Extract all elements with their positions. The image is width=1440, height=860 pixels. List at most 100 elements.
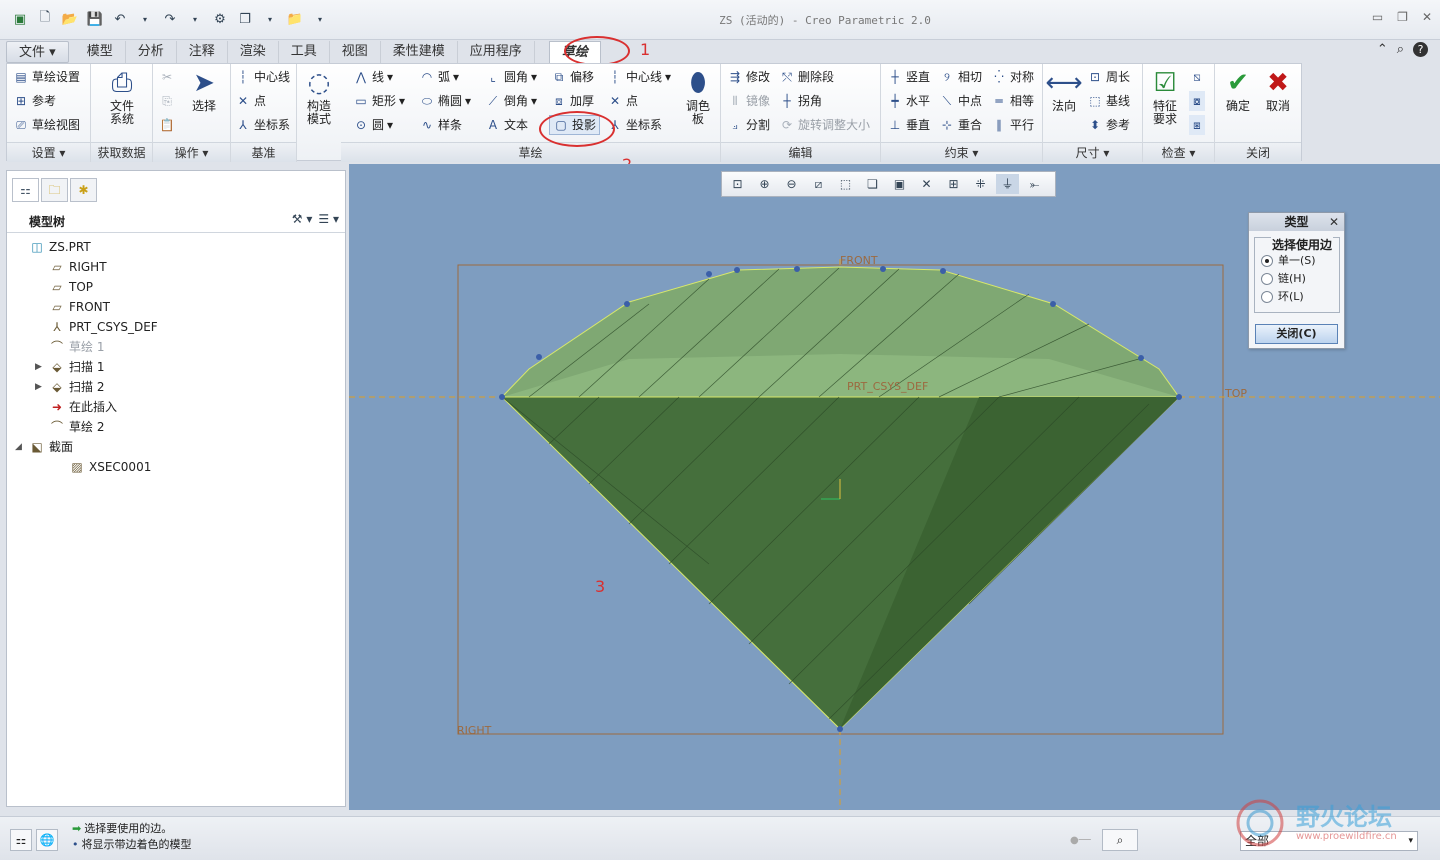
- group-operations-label[interactable]: 操作 ▾: [153, 142, 230, 162]
- refit-icon[interactable]: ⊡: [726, 174, 749, 194]
- overlapping-geometry-icon[interactable]: ⧅: [1189, 67, 1205, 87]
- annotation-display-icon[interactable]: ⊞: [942, 174, 965, 194]
- ellipse-button[interactable]: ⬭ 椭圆 ▾: [419, 91, 471, 111]
- ok-button[interactable]: ✔ 确定: [1219, 66, 1257, 113]
- tree-node[interactable]: ⅄ PRT_CSYS_DEF: [35, 317, 157, 337]
- tree-node[interactable]: ▱ RIGHT: [35, 257, 106, 277]
- group-dimension-label[interactable]: 尺寸 ▾: [1043, 142, 1142, 162]
- datum-csys-button[interactable]: ⅄ 坐标系: [235, 115, 290, 135]
- radio-single[interactable]: 单一(S): [1261, 252, 1316, 270]
- help-icon[interactable]: ?: [1413, 42, 1428, 57]
- favorites-tab-icon[interactable]: ✱: [70, 178, 97, 202]
- horizontal-constraint-button[interactable]: ┿ 水平: [887, 91, 930, 111]
- search-icon[interactable]: ⌕: [1397, 42, 1404, 57]
- sketch-view-toggle-icon[interactable]: ⏚: [996, 174, 1019, 194]
- rotate-resize-button[interactable]: ⟳ 旋转调整大小: [779, 115, 870, 135]
- dialog-close-button[interactable]: 关闭(C): [1255, 324, 1338, 344]
- find-icon[interactable]: ⌕: [1102, 829, 1138, 851]
- tab-view[interactable]: 视图: [330, 41, 381, 63]
- normal-dimension-button[interactable]: ⟷ 法向: [1045, 66, 1083, 113]
- symmetric-constraint-button[interactable]: ⁛ 对称: [991, 67, 1034, 87]
- equal-constraint-button[interactable]: ═ 相等: [991, 91, 1034, 111]
- palette-button[interactable]: ⬮ 调色 板: [679, 66, 717, 126]
- group-constrain-label[interactable]: 约束 ▾: [881, 142, 1042, 162]
- feature-requirements-button[interactable]: ☑ 特征 要求: [1145, 66, 1185, 126]
- folder-browser-tab-icon[interactable]: 🗀: [41, 178, 68, 202]
- corner-button[interactable]: ┼ 拐角: [779, 91, 822, 111]
- references-button[interactable]: ⊞ 参考: [13, 91, 56, 111]
- tree-node[interactable]: ➜ 在此插入: [35, 397, 117, 417]
- tangent-constraint-button[interactable]: ୨ 相切: [939, 67, 982, 87]
- show-navigator-icon[interactable]: ⚏: [10, 829, 32, 851]
- datum-display-icon[interactable]: ✕: [915, 174, 938, 194]
- divide-button[interactable]: ⟓ 分割: [727, 115, 770, 135]
- spline-button[interactable]: ∿ 样条: [419, 115, 462, 135]
- paste-icon[interactable]: 📋: [159, 115, 175, 135]
- highlight-open-ends-icon[interactable]: ⧇: [1189, 91, 1205, 111]
- construction-mode-button[interactable]: ◌ 构造 模式: [299, 66, 339, 126]
- tab-render[interactable]: 渲染: [228, 41, 279, 63]
- modify-button[interactable]: ⇶ 修改: [727, 67, 770, 87]
- reference-dimension-button[interactable]: ⬍ 参考: [1087, 115, 1130, 135]
- tab-flexible-modeling[interactable]: 柔性建模: [381, 41, 458, 63]
- file-system-button[interactable]: ⎙ 文件 系统: [97, 66, 147, 126]
- sketch-centerline-button[interactable]: ┆ 中心线 ▾: [607, 67, 671, 87]
- expand-arrow-icon[interactable]: ▶: [35, 377, 45, 397]
- collapse-ribbon-icon[interactable]: ⌃: [1377, 42, 1388, 57]
- zoom-in-icon[interactable]: ⊕: [753, 174, 776, 194]
- chamfer-button[interactable]: ⟋ 倒角 ▾: [485, 91, 537, 111]
- sketch-setup-button[interactable]: ▤ 草绘设置: [13, 67, 80, 87]
- tree-node[interactable]: ◫ ZS.PRT: [15, 237, 90, 257]
- dialog-close-icon[interactable]: ✕: [1329, 213, 1339, 231]
- sketch-view-button[interactable]: ⎚ 草绘视图: [13, 115, 80, 135]
- group-setup-label[interactable]: 设置 ▾: [7, 142, 90, 162]
- tree-node[interactable]: ⌒ 草绘 2: [35, 417, 104, 437]
- perpendicular-constraint-button[interactable]: ⊥ 垂直: [887, 115, 930, 135]
- view-manager-icon[interactable]: ▣: [888, 174, 911, 194]
- perimeter-button[interactable]: ⊡ 周长: [1087, 67, 1130, 87]
- fillet-button[interactable]: ⌞ 圆角 ▾: [485, 67, 537, 87]
- tree-node[interactable]: ▱ TOP: [35, 277, 93, 297]
- show-browser-icon[interactable]: 🌐: [36, 829, 58, 851]
- radio-loop[interactable]: 环(L): [1261, 288, 1304, 306]
- zoom-out-icon[interactable]: ⊖: [780, 174, 803, 194]
- sketch-csys-button[interactable]: ⅄ 坐标系: [607, 115, 662, 135]
- cancel-button[interactable]: ✖ 取消: [1259, 66, 1297, 113]
- minimize-icon[interactable]: ▭: [1372, 10, 1383, 24]
- tree-node[interactable]: ▶ ⬙ 扫描 1: [35, 357, 104, 377]
- graphics-window[interactable]: FRONT TOP RIGHT PRT_CSYS_DEF 3 ⊡ ⊕ ⊖ ⧄ ⬚…: [349, 164, 1440, 810]
- tab-annotate[interactable]: 注释: [177, 41, 228, 63]
- tab-analysis[interactable]: 分析: [126, 41, 177, 63]
- line-button[interactable]: ⋀ 线 ▾: [353, 67, 393, 87]
- model-tree-tab-icon[interactable]: ⚏: [12, 178, 39, 202]
- tree-filters-icon[interactable]: ☰ ▾: [318, 212, 339, 226]
- tree-settings-icon[interactable]: ⚒ ▾: [292, 212, 313, 226]
- select-button[interactable]: ➤ 选择: [183, 66, 225, 113]
- datum-centerline-button[interactable]: ┆ 中心线: [235, 67, 290, 87]
- group-inspect-label[interactable]: 检查 ▾: [1143, 142, 1214, 162]
- tree-node[interactable]: ⌒ 草绘 1: [35, 337, 104, 357]
- delete-segment-button[interactable]: ⤲ 删除段: [779, 67, 834, 87]
- copy-icon[interactable]: ⎘: [159, 91, 175, 111]
- maximize-icon[interactable]: ❐: [1397, 10, 1408, 24]
- tab-tools[interactable]: 工具: [279, 41, 330, 63]
- tab-file[interactable]: 文件 ▾: [6, 41, 69, 63]
- display-style-icon[interactable]: ⬚: [834, 174, 857, 194]
- spin-center-icon[interactable]: ⁜: [969, 174, 992, 194]
- expand-arrow-icon[interactable]: ▶: [35, 357, 45, 377]
- circle-button[interactable]: ⊙ 圆 ▾: [353, 115, 393, 135]
- text-button[interactable]: A 文本: [485, 115, 528, 135]
- arc-button[interactable]: ◠ 弧 ▾: [419, 67, 459, 87]
- sketcher-display-icon[interactable]: ⤜: [1023, 174, 1046, 194]
- saved-orientations-icon[interactable]: ❏: [861, 174, 884, 194]
- radio-chain[interactable]: 链(H): [1261, 270, 1306, 288]
- cut-icon[interactable]: ✂: [159, 67, 175, 87]
- tree-node[interactable]: ◢ ⬕ 截面: [15, 437, 73, 457]
- tab-model[interactable]: 模型: [75, 41, 126, 63]
- thicken-button[interactable]: ⧈ 加厚: [551, 91, 594, 111]
- expand-arrow-icon[interactable]: ◢: [15, 437, 25, 457]
- tree-node[interactable]: ▨ XSEC0001: [55, 457, 151, 477]
- shade-closed-loops-icon[interactable]: ⧆: [1189, 115, 1205, 135]
- close-icon[interactable]: ✕: [1422, 10, 1432, 24]
- rectangle-button[interactable]: ▭ 矩形 ▾: [353, 91, 405, 111]
